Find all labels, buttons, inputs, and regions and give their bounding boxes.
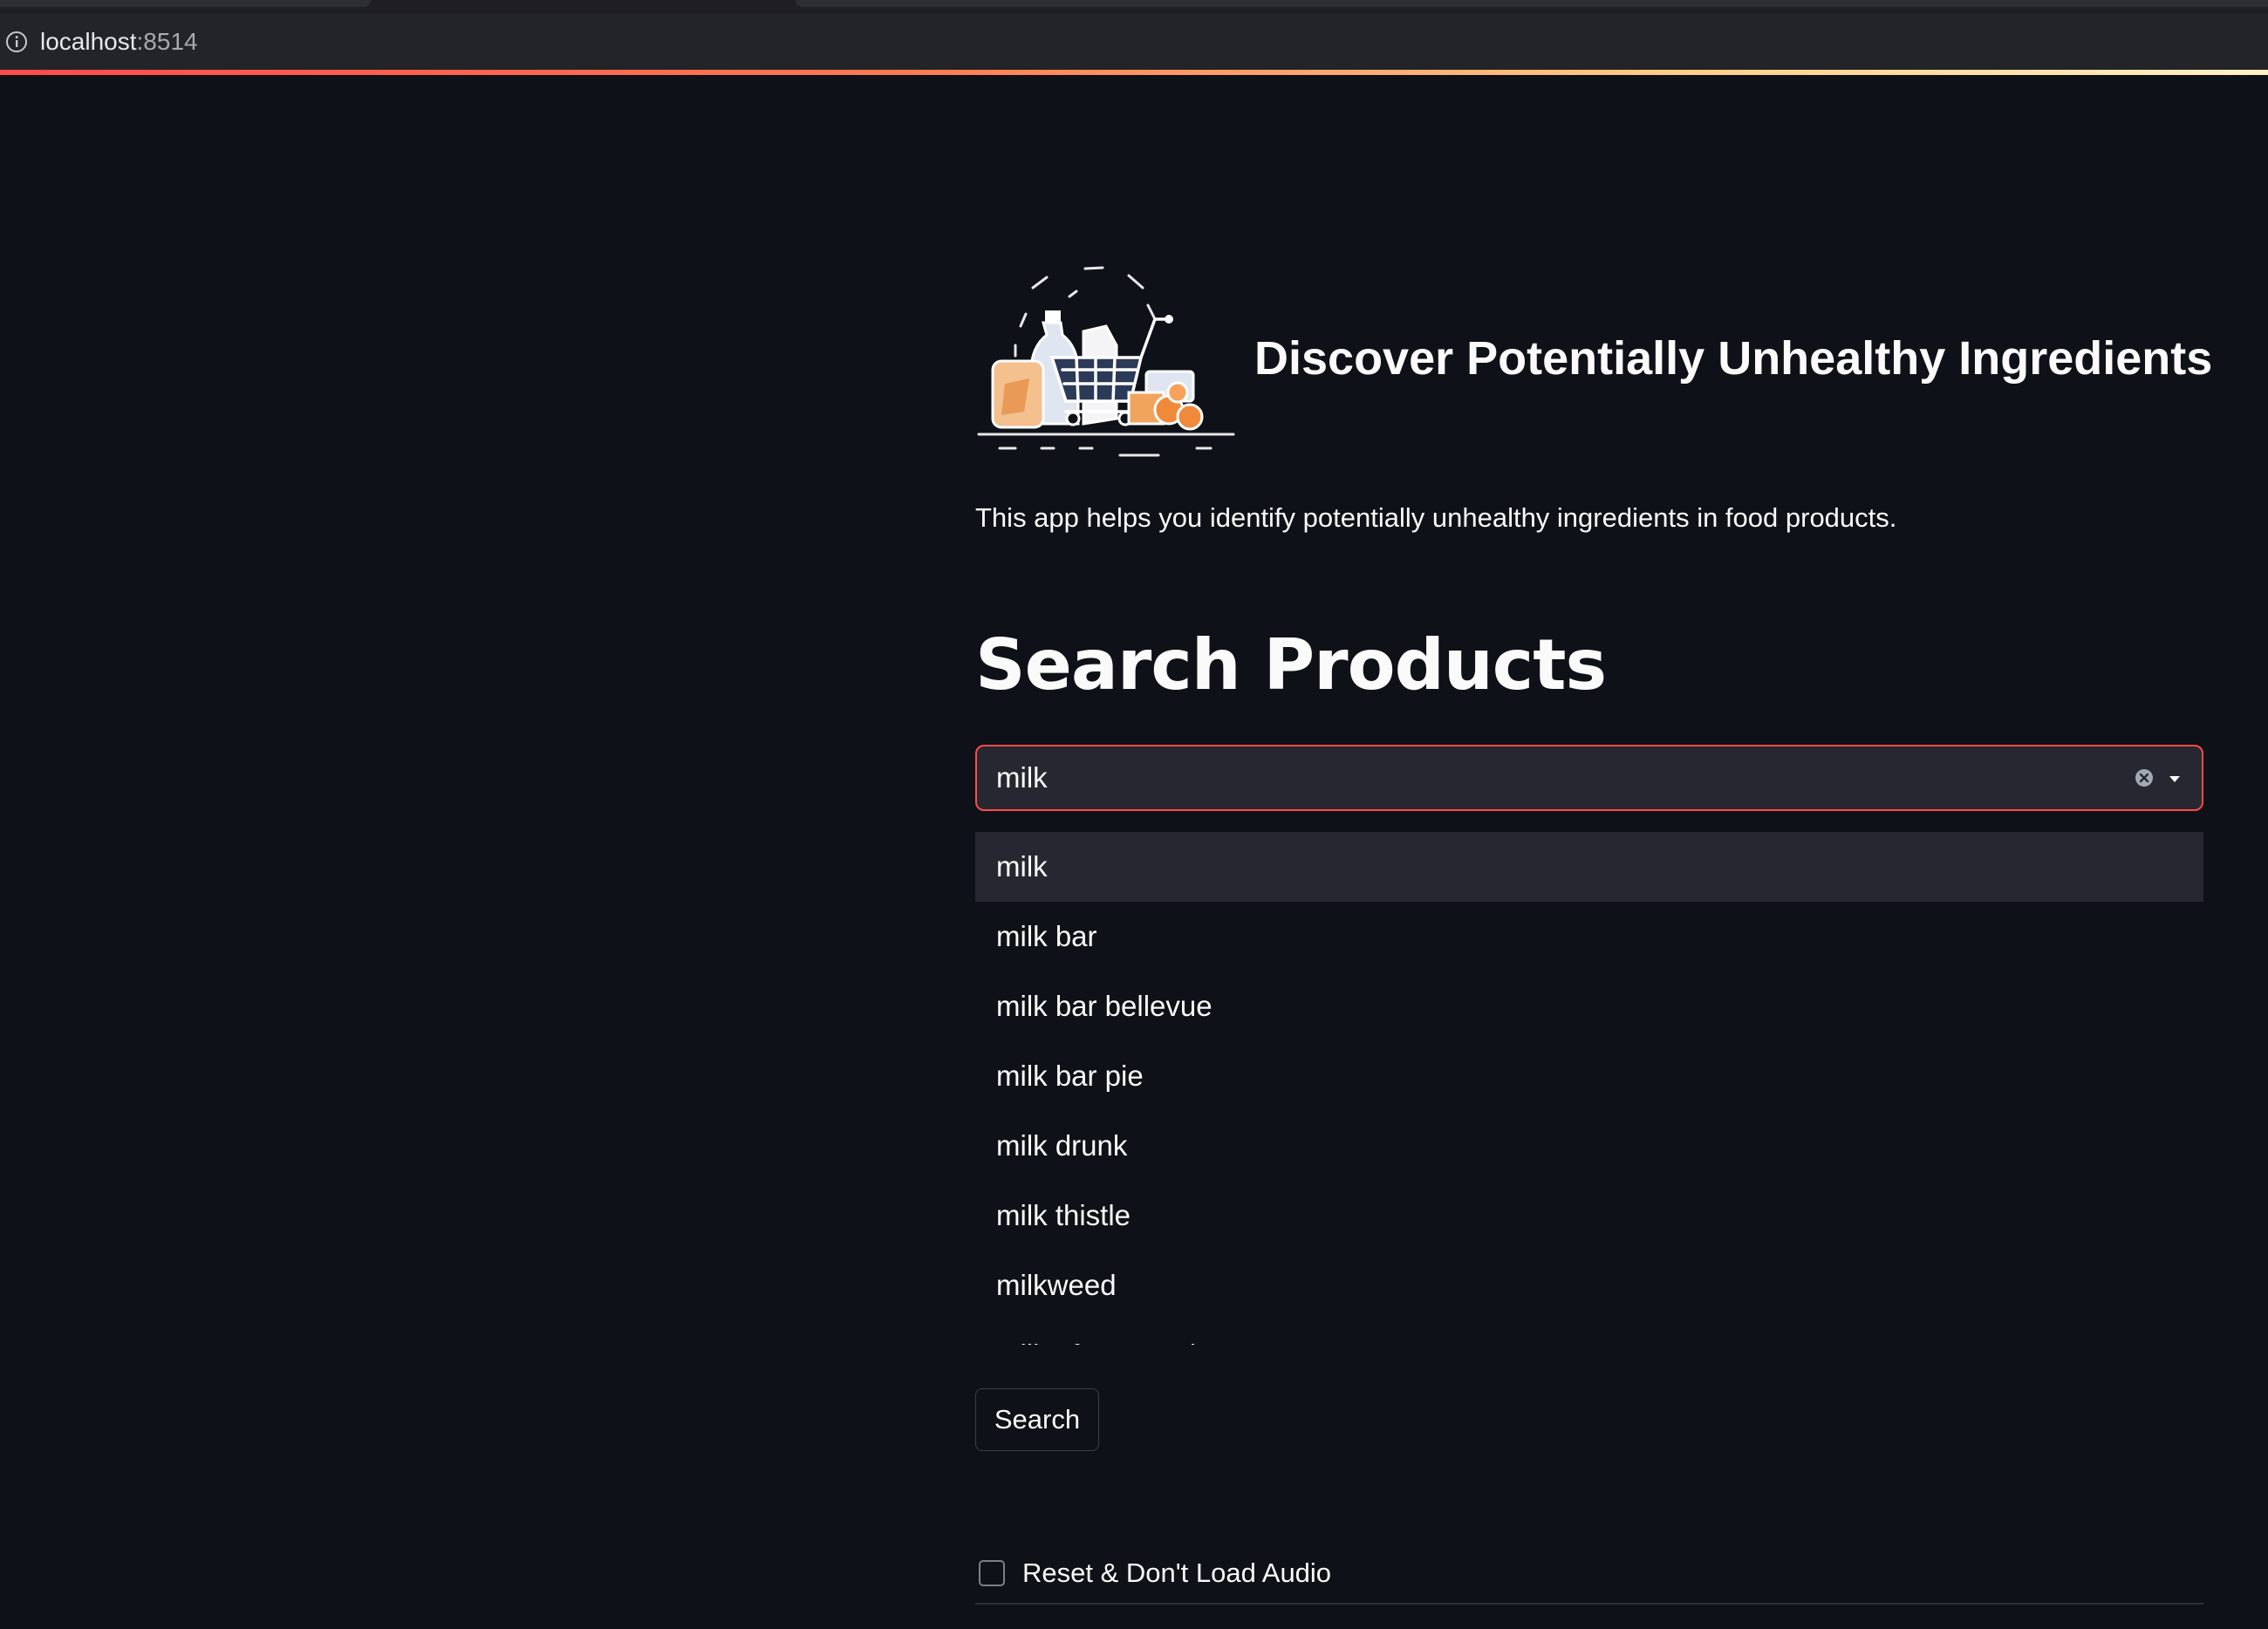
dropdown-option[interactable]: milkweed <box>975 1251 2203 1320</box>
grocery-cart-logo-icon <box>975 262 1237 462</box>
app-decoration-bar <box>0 70 2268 75</box>
url-host: localhost <box>40 28 137 55</box>
address-bar[interactable]: localhost:8514 <box>0 14 2268 70</box>
url-port: :8514 <box>136 28 198 55</box>
app-description: This app helps you identify potentially … <box>975 502 1897 533</box>
search-suggestions-dropdown: milk milk bar milk bar bellevue milk bar… <box>975 832 2203 1345</box>
search-input[interactable]: milk <box>996 761 2134 794</box>
reset-audio-checkbox-label[interactable]: Reset & Don't Load Audio <box>1022 1557 1331 1589</box>
reset-audio-checkbox[interactable] <box>979 1560 1005 1586</box>
section-divider <box>975 1603 2203 1605</box>
clear-icon[interactable] <box>2134 767 2155 788</box>
chevron-down-icon[interactable] <box>2165 768 2184 787</box>
site-info-icon[interactable] <box>5 31 28 53</box>
dropdown-option[interactable]: milk bar bellevue <box>975 971 2203 1041</box>
dropdown-option[interactable]: milk <box>975 832 2203 902</box>
dropdown-option[interactable]: milk thistle <box>975 1181 2203 1251</box>
dropdown-option[interactable]: milk drunk <box>975 1111 2203 1181</box>
search-products-heading: Search Products <box>975 624 1607 705</box>
dropdown-option[interactable]: milk bar <box>975 902 2203 971</box>
browser-tab[interactable] <box>0 0 371 7</box>
dropdown-option[interactable]: milk of magnesia <box>975 1320 2203 1345</box>
product-search-select[interactable]: milk <box>975 745 2203 811</box>
dropdown-option[interactable]: milk bar pie <box>975 1041 2203 1111</box>
browser-tab-strip <box>0 0 2268 14</box>
reset-audio-checkbox-row[interactable]: Reset & Don't Load Audio <box>975 1557 1331 1589</box>
search-button[interactable]: Search <box>975 1388 1099 1451</box>
browser-tab[interactable] <box>796 0 2268 7</box>
app-title: Discover Potentially Unhealthy Ingredien… <box>1254 332 2213 385</box>
